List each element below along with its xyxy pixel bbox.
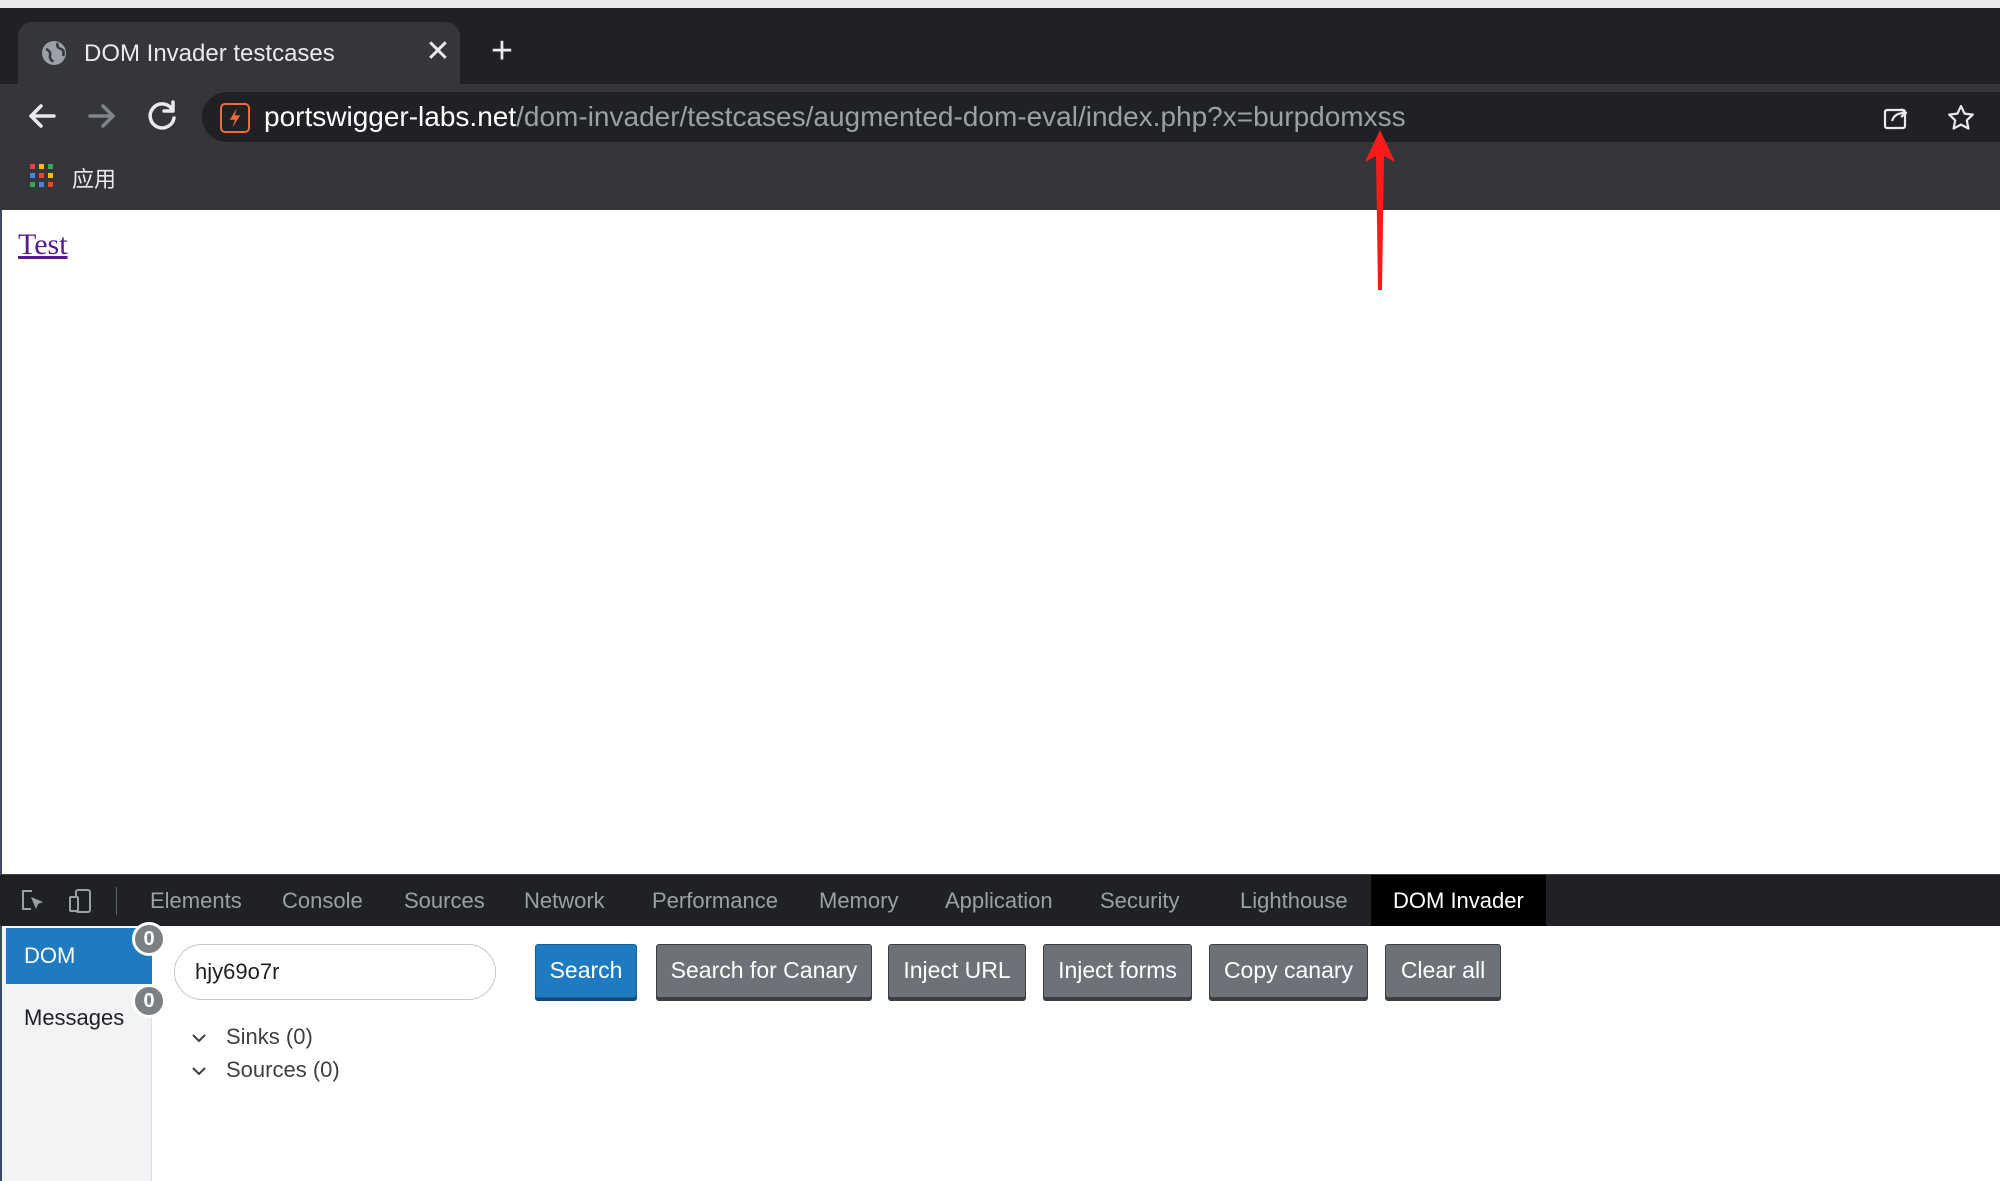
url-host: portswigger-labs.net [264,101,517,132]
tab-network[interactable]: Network [524,875,605,927]
chevron-down-icon [192,1034,206,1043]
clear-all-button[interactable]: Clear all [1385,944,1501,998]
sidebar-item-label: Messages [24,1005,125,1030]
tab-performance[interactable]: Performance [652,875,778,927]
dom-count-badge: 0 [132,922,166,956]
tab-title: DOM Invader testcases [84,40,335,67]
sources-label: Sources (0) [226,1057,340,1082]
globe-icon [42,41,66,65]
test-link[interactable]: Test [18,228,68,262]
search-button[interactable]: Search [535,944,637,998]
tab-sources[interactable]: Sources [404,875,485,927]
address-bar[interactable]: portswigger-labs.net/dom-invader/testcas… [202,92,2000,142]
reload-icon[interactable] [142,96,182,136]
copy-canary-button[interactable]: Copy canary [1209,944,1368,998]
search-for-canary-button[interactable]: Search for Canary [656,944,872,998]
canary-input[interactable] [174,944,496,1000]
tab-console[interactable]: Console [282,875,363,927]
messages-count-badge: 0 [132,984,166,1018]
inject-url-button[interactable]: Inject URL [888,944,1026,998]
forward-arrow-icon[interactable] [82,96,122,136]
browser-chrome: DOM Invader testcases ✕ + portswigger-la… [0,0,2000,210]
devtools-tabbar: Elements Console Sources Network Perform… [0,874,2000,927]
annotation-arrow [1365,130,1395,290]
page-viewport: Test [0,210,2000,874]
sinks-label: Sinks (0) [226,1024,313,1049]
sidebar-item-messages[interactable]: Messages [6,990,152,1046]
sinks-node[interactable]: Sinks (0) [190,1024,313,1050]
sidebar-item-dom[interactable]: DOM [6,928,152,984]
browser-tab[interactable]: DOM Invader testcases ✕ [18,22,460,84]
device-toolbar-icon[interactable] [68,888,94,914]
tab-security[interactable]: Security [1100,875,1179,927]
share-icon[interactable] [1882,104,1910,132]
tab-lighthouse[interactable]: Lighthouse [1240,875,1348,927]
tab-dom-invader[interactable]: DOM Invader [1371,875,1546,927]
chevron-down-icon [192,1067,206,1076]
os-taskbar-strip [0,0,2000,8]
sidebar-item-label: DOM [24,943,76,968]
inspect-element-icon[interactable] [20,888,46,914]
back-arrow-icon[interactable] [22,96,62,136]
tab-application[interactable]: Application [945,875,1053,927]
site-lightning-icon [220,103,250,133]
dom-invader-panel: DOM Messages 0 0 Search Search for Canar… [0,922,2000,1181]
tab-memory[interactable]: Memory [819,875,898,927]
tab-close-icon[interactable]: ✕ [422,36,454,68]
inject-forms-button[interactable]: Inject forms [1043,944,1192,998]
screen: DOM Invader testcases ✕ + portswigger-la… [0,0,2000,1181]
apps-grid-icon[interactable] [30,164,54,188]
bookmark-apps[interactable]: 应用 [72,162,116,194]
divider [116,887,117,915]
browser-toolbar: portswigger-labs.net/dom-invader/testcas… [0,84,2000,148]
sources-node[interactable]: Sources (0) [190,1057,340,1083]
url-path: /dom-invader/testcases/augmented-dom-eva… [516,101,1406,132]
new-tab-icon[interactable]: + [482,32,522,72]
url-text[interactable]: portswigger-labs.net/dom-invader/testcas… [264,101,1406,133]
bookmark-star-icon[interactable] [1946,103,1976,133]
dom-invader-sidebar: DOM Messages [0,926,152,1181]
bookmarks-bar: 应用 [0,148,2000,210]
tab-elements[interactable]: Elements [150,875,242,927]
